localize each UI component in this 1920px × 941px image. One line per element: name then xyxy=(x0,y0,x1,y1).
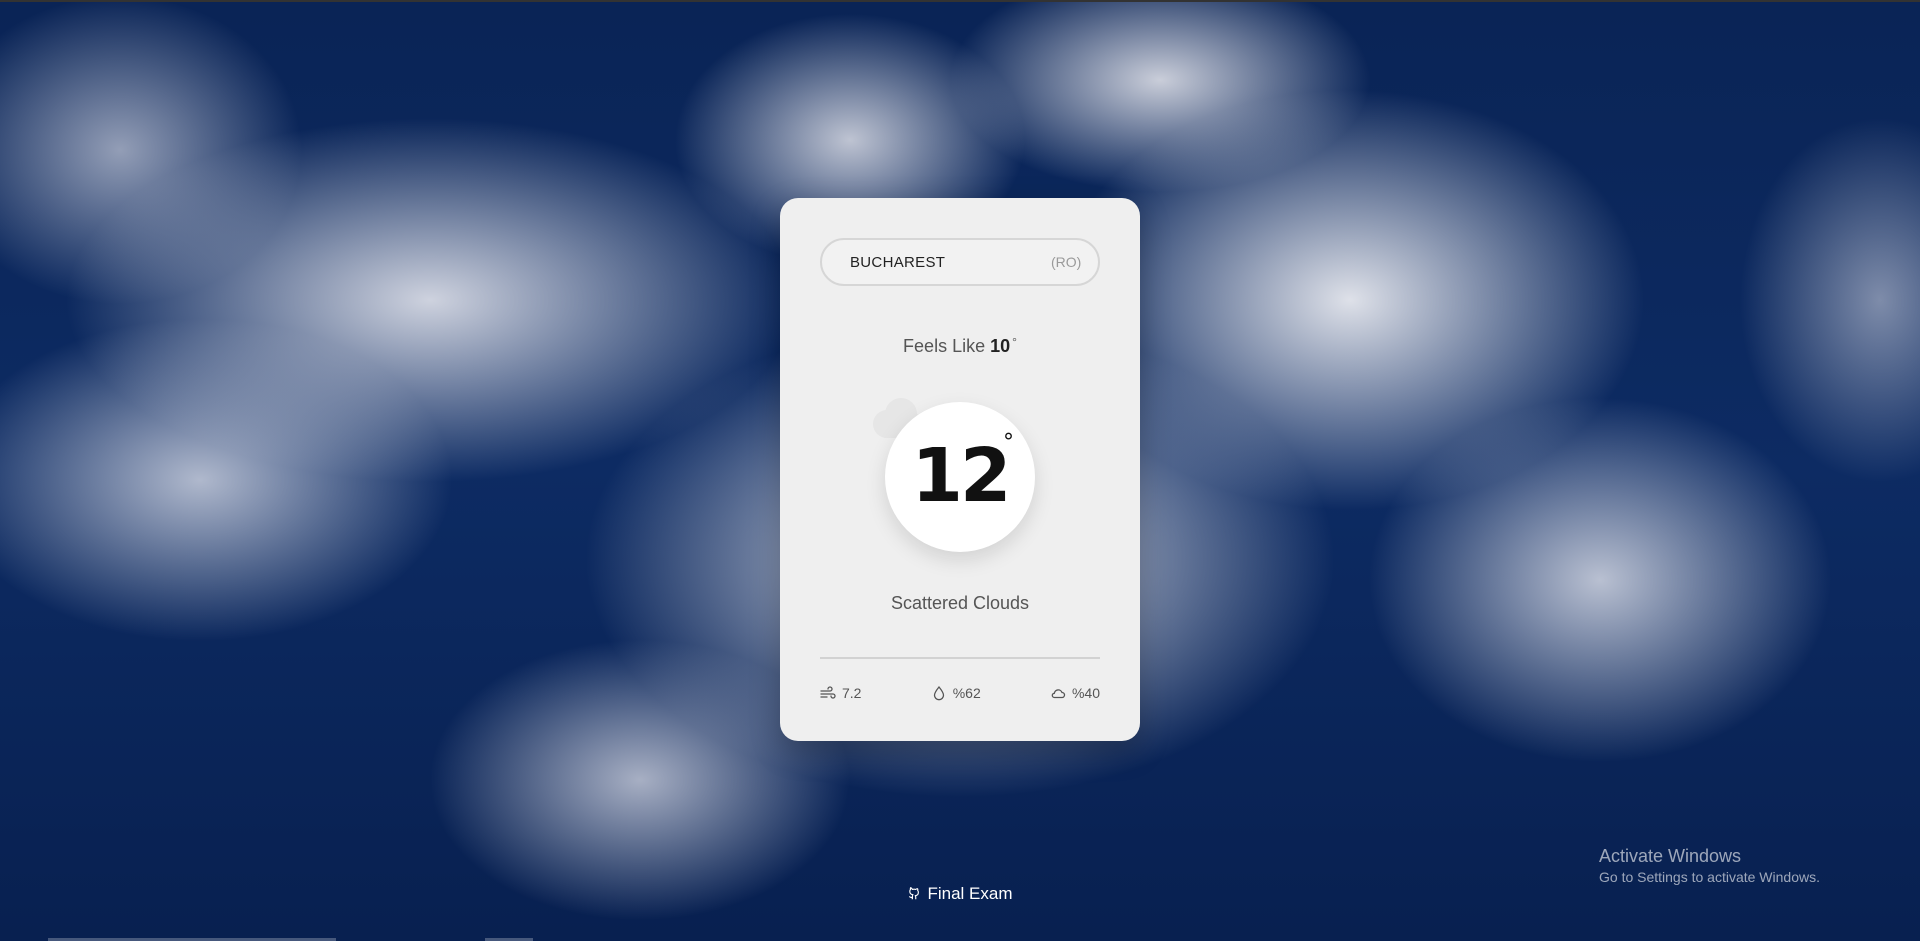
feels-like: Feels Like 10 ° xyxy=(780,335,1140,357)
feels-like-value: 10 xyxy=(990,336,1011,356)
weather-stats: 7.2 %62 %40 xyxy=(820,681,1100,705)
humidity-value: %62 xyxy=(952,685,981,701)
windows-activation-watermark: Activate Windows Go to Settings to activ… xyxy=(1599,846,1820,885)
clouds-value: %40 xyxy=(1071,685,1100,701)
feels-like-label: Feels Like xyxy=(903,336,986,356)
cloud-outline-icon xyxy=(1051,689,1066,699)
temperature-unit: ° xyxy=(1003,430,1014,455)
clouds-stat: %40 xyxy=(1050,685,1100,701)
country-code: (RO) xyxy=(1051,254,1082,270)
humidity-stat: %62 xyxy=(931,685,981,701)
city-search-field[interactable]: (RO) xyxy=(820,238,1100,286)
city-input[interactable] xyxy=(848,252,1051,272)
footer: Final Exam xyxy=(0,884,1920,904)
wind-stat: 7.2 xyxy=(820,685,861,701)
feels-like-unit: ° xyxy=(1012,335,1017,349)
wind-value: 7.2 xyxy=(842,685,862,701)
weather-description: Scattered Clouds xyxy=(890,593,1030,613)
droplet-icon xyxy=(933,685,944,701)
activation-subtitle: Go to Settings to activate Windows. xyxy=(1599,869,1820,885)
github-icon xyxy=(909,887,920,900)
weather-card: (RO) Feels Like 10° 12 ° Scattered Cloud… xyxy=(780,198,1140,741)
wind-icon xyxy=(820,686,836,699)
temperature-circle: 12 ° xyxy=(885,402,1035,552)
window-top-border xyxy=(0,0,1920,2)
final-exam-link[interactable]: Final Exam xyxy=(927,884,1012,904)
activation-title: Activate Windows xyxy=(1599,846,1742,866)
divider xyxy=(820,657,1100,659)
